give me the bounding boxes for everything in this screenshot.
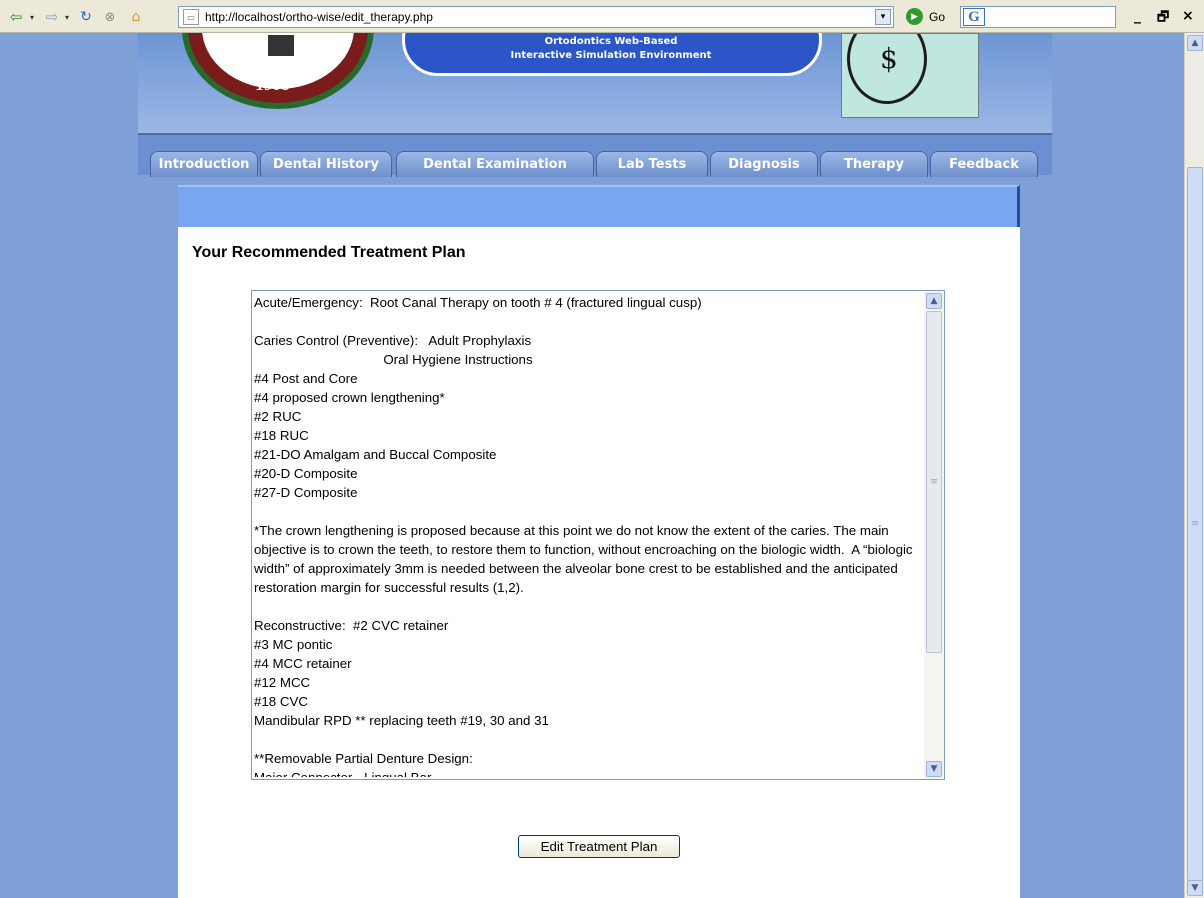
minimize-icon[interactable]: _: [1134, 8, 1141, 24]
textarea-scrollbar[interactable]: ▲ ≡ ▼: [924, 291, 944, 779]
address-dropdown-icon[interactable]: ▾: [875, 9, 891, 25]
tab-feedback[interactable]: Feedback: [930, 151, 1038, 177]
page-title: Your Recommended Treatment Plan: [192, 244, 466, 261]
tab-lab-tests[interactable]: Lab Tests: [596, 151, 708, 177]
home-icon[interactable]: ⌂: [124, 8, 148, 26]
page-scroll-thumb[interactable]: ≡: [1187, 167, 1203, 881]
seal-emblem: [266, 33, 296, 58]
tab-dental-history[interactable]: Dental History: [260, 151, 392, 177]
content-panel: Your Recommended Treatment Plan Acute/Em…: [178, 227, 1020, 898]
treatment-plan-textarea[interactable]: Acute/Emergency: Root Canal Therapy on t…: [251, 290, 945, 780]
google-logo-icon[interactable]: G: [963, 8, 985, 26]
scroll-up-icon[interactable]: ▲: [926, 293, 942, 309]
restore-icon[interactable]: 🗗: [1157, 8, 1169, 30]
forward-dropdown-icon[interactable]: ▾: [62, 8, 72, 26]
banner-subtitle: Interactive Simulation Environment: [510, 50, 712, 61]
tab-dental-examination[interactable]: Dental Examination: [396, 151, 594, 177]
edit-treatment-plan-button[interactable]: Edit Treatment Plan: [518, 835, 680, 858]
page-scrollbar[interactable]: ▲ ≡ ▼: [1184, 33, 1204, 898]
content-header-strip: [178, 185, 1020, 227]
search-box[interactable]: G: [960, 6, 1116, 28]
banner-title: Ortodontics Web-Based: [544, 36, 678, 47]
reload-icon[interactable]: ↻: [75, 8, 97, 26]
seal-year: 1908: [256, 75, 290, 94]
close-icon[interactable]: ×: [1182, 8, 1194, 24]
tab-diagnosis[interactable]: Diagnosis: [710, 151, 818, 177]
page-icon: ▭: [183, 9, 199, 25]
scroll-down-icon[interactable]: ▼: [926, 761, 942, 777]
address-bar[interactable]: ▭ http://localhost/ortho-wise/edit_thera…: [178, 6, 894, 28]
dental-logo: $: [841, 33, 979, 118]
back-dropdown-icon[interactable]: ▾: [27, 8, 37, 26]
page-viewport: 1908 Ortodontics Web-Based Interactive S…: [0, 33, 1184, 898]
back-arrow-icon[interactable]: ⇦: [4, 8, 28, 26]
scroll-thumb[interactable]: ≡: [926, 311, 942, 653]
go-icon[interactable]: ▶: [906, 8, 923, 25]
stop-icon[interactable]: ⊗: [99, 8, 121, 26]
browser-toolbar: ⇦ ▾ ⇨ ▾ ↻ ⊗ ⌂ ▭ http://localhost/ortho-w…: [0, 0, 1204, 33]
tab-introduction[interactable]: Introduction: [150, 151, 258, 177]
main-tabs: Introduction Dental History Dental Exami…: [138, 133, 1052, 177]
forward-arrow-icon[interactable]: ⇨: [40, 8, 64, 26]
site-header: 1908 Ortodontics Web-Based Interactive S…: [138, 33, 1052, 133]
page-scroll-up-icon[interactable]: ▲: [1187, 35, 1203, 51]
go-button[interactable]: Go: [929, 10, 945, 24]
caduceus-icon: $: [880, 42, 898, 75]
tab-therapy[interactable]: Therapy: [820, 151, 928, 177]
page-scroll-down-icon[interactable]: ▼: [1187, 880, 1203, 896]
treatment-plan-text[interactable]: Acute/Emergency: Root Canal Therapy on t…: [254, 293, 924, 777]
url-text[interactable]: http://localhost/ortho-wise/edit_therapy…: [205, 10, 433, 24]
